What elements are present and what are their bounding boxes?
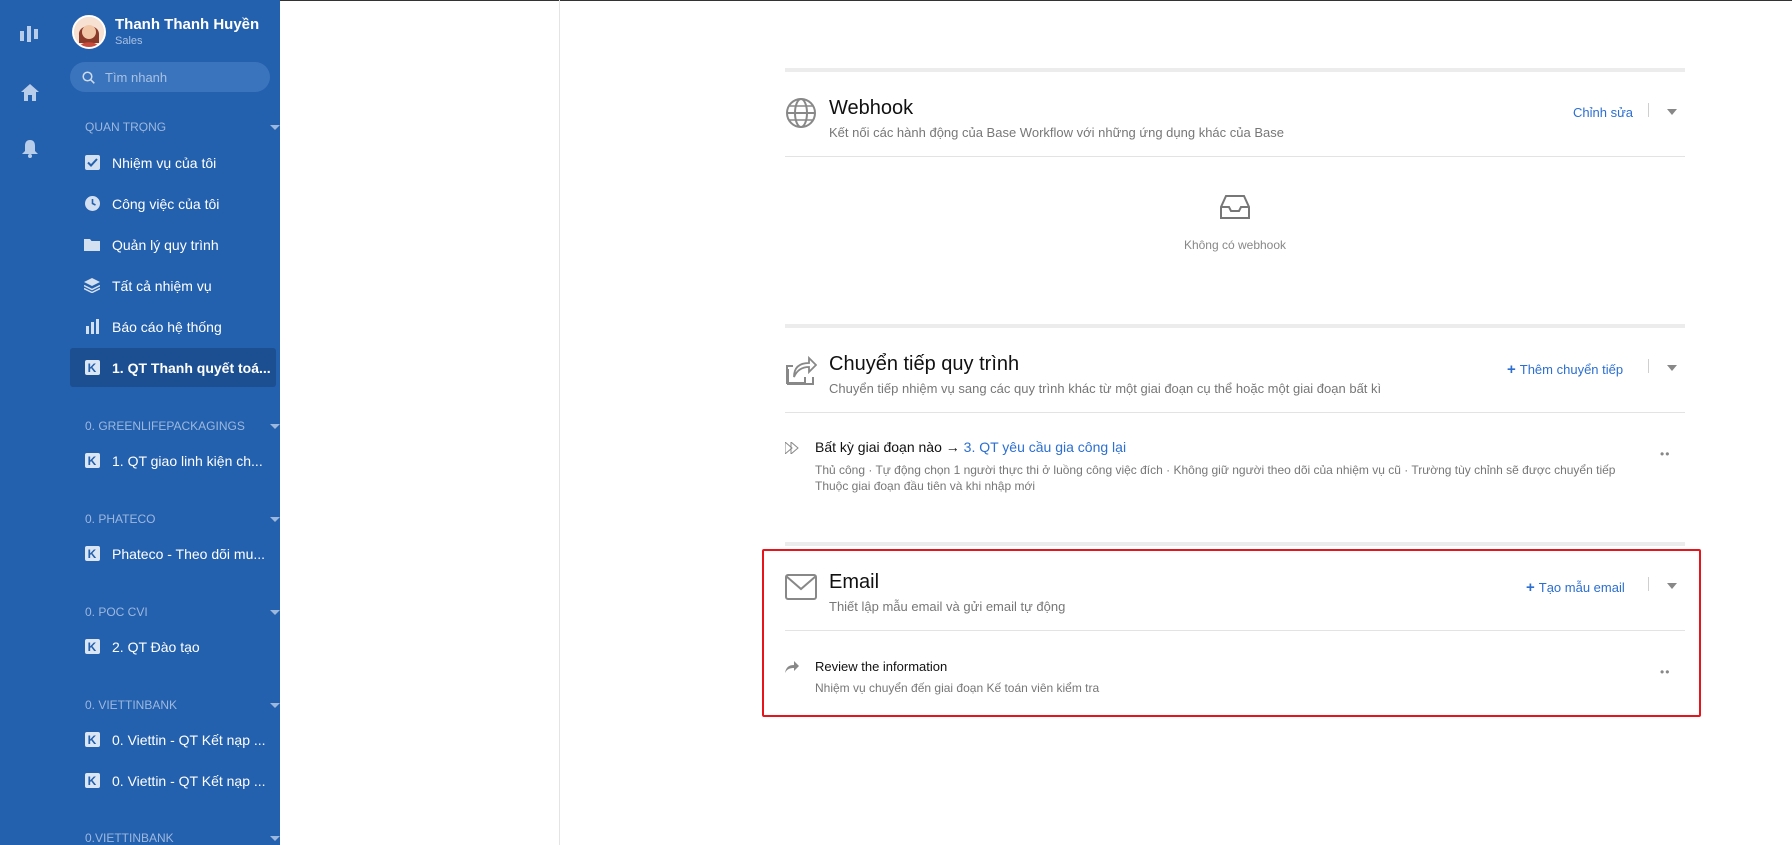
- sidebar-item-system-report[interactable]: Báo cáo hệ thống: [70, 307, 276, 346]
- bar-chart-icon: [84, 319, 100, 335]
- transfer-title: Chuyển tiếp quy trình: [829, 353, 1020, 375]
- home-icon[interactable]: [18, 80, 42, 104]
- chevron-down-icon: [270, 124, 280, 130]
- chevron-down-icon: [270, 609, 280, 615]
- search-input[interactable]: [105, 69, 255, 85]
- clock-icon: [84, 196, 100, 212]
- divider: [785, 156, 1685, 157]
- chevron-down-icon: [270, 516, 280, 522]
- folder-icon: [84, 237, 100, 253]
- section-header-poc-cvi[interactable]: 0. POC CVI: [85, 605, 280, 619]
- sidebar-item-workflow[interactable]: K 0. Viettin - QT Kết nạp ...: [70, 761, 276, 800]
- card-separator: [785, 68, 1685, 72]
- highlight-box: [762, 549, 1701, 717]
- card-separator: [785, 542, 1685, 546]
- card-separator: [785, 324, 1685, 328]
- workflow-icon: K: [84, 773, 100, 789]
- transfer-rule-detail: Thuộc giai đoạn đầu tiên và khi nhập mới: [815, 479, 1036, 493]
- chevron-down-icon[interactable]: [1667, 365, 1677, 371]
- transfer-target-link[interactable]: 3. QT yêu cầu gia công lại: [964, 439, 1126, 455]
- top-border: [280, 0, 1792, 1]
- sidebar-item-active-workflow[interactable]: K 1. QT Thanh quyết toá...: [70, 348, 276, 387]
- workflow-icon: K: [84, 546, 100, 562]
- chevron-down-icon: [270, 835, 280, 841]
- sidebar-item-my-tasks[interactable]: Nhiệm vụ của tôi: [70, 143, 276, 182]
- transfer-rule-detail: Thủ công · Tự động chọn 1 người thực thi…: [815, 463, 1616, 477]
- chevron-down-icon: [270, 702, 280, 708]
- sidebar-item-workflow[interactable]: K 0. Viettin - QT Kết nạp ...: [70, 720, 276, 759]
- empty-webhook-text: Không có webhook: [1183, 238, 1287, 252]
- inbox-icon: [1220, 195, 1250, 219]
- column-divider: [559, 0, 560, 845]
- avatar: [72, 15, 106, 49]
- search-box[interactable]: [70, 62, 270, 92]
- bell-icon[interactable]: [18, 137, 42, 161]
- divider: [1648, 359, 1649, 373]
- globe-icon: [785, 97, 817, 129]
- section-header-greenlife[interactable]: 0. GREENLIFEPACKAGINGS: [85, 419, 280, 433]
- add-transfer-button[interactable]: + Thêm chuyển tiếp: [1507, 361, 1623, 378]
- chevron-down-icon: [270, 423, 280, 429]
- section-header-phateco[interactable]: 0. PHATECO: [85, 512, 280, 526]
- section-header-important[interactable]: QUAN TRỌNG: [85, 120, 280, 134]
- section-header-viettinbank-2[interactable]: 0.VIETTINBANK: [85, 831, 280, 845]
- search-icon: [82, 70, 95, 84]
- app-logo-icon[interactable]: [18, 22, 42, 46]
- share-icon: [785, 353, 818, 385]
- checkbox-icon: [84, 155, 100, 171]
- chevron-down-icon[interactable]: [1667, 109, 1677, 115]
- transfer-rule-title[interactable]: Bất kỳ giai đoạn nào → 3. QT yêu cầu gia…: [815, 439, 1126, 455]
- user-name: Thanh Thanh Huyền: [115, 16, 260, 33]
- section-header-viettinbank[interactable]: 0. VIETTINBANK: [85, 698, 280, 712]
- user-profile[interactable]: Thanh Thanh Huyền Sales: [72, 15, 259, 49]
- sidebar-item-workflow[interactable]: K 2. QT Đào tạo: [70, 627, 276, 666]
- sidebar-item-process-management[interactable]: Quản lý quy trình: [70, 225, 276, 264]
- divider: [1648, 103, 1649, 117]
- workflow-icon: K: [84, 360, 100, 376]
- sidebar-item-my-jobs[interactable]: Công việc của tôi: [70, 184, 276, 223]
- workflow-icon: K: [84, 639, 100, 655]
- workflow-icon: K: [84, 732, 100, 748]
- sidebar: Thanh Thanh Huyền Sales QUAN TRỌNG Nhiệm…: [60, 0, 280, 845]
- webhook-card-header: Webhook Kết nối các hành động của Base W…: [785, 97, 1685, 145]
- sidebar-item-workflow[interactable]: K Phateco - Theo dõi mu...: [70, 534, 276, 573]
- webhook-description: Kết nối các hành động của Base Workflow …: [829, 125, 1284, 140]
- edit-webhook-button[interactable]: Chỉnh sửa: [1573, 105, 1633, 120]
- user-role: Sales: [115, 35, 143, 47]
- icon-rail: [0, 0, 60, 845]
- sidebar-item-all-tasks[interactable]: Tất cả nhiệm vụ: [70, 266, 276, 305]
- webhook-title: Webhook: [829, 97, 914, 119]
- sidebar-item-workflow[interactable]: K 1. QT giao linh kiện ch...: [70, 441, 276, 480]
- transfer-description: Chuyển tiếp nhiệm vụ sang các quy trình …: [829, 381, 1382, 396]
- transfer-card-header: Chuyển tiếp quy trình Chuyển tiếp nhiệm …: [785, 353, 1685, 401]
- double-play-icon: [784, 440, 799, 459]
- layers-icon: [84, 278, 100, 294]
- plus-icon: +: [1507, 361, 1516, 378]
- more-options-icon[interactable]: ••: [1660, 447, 1670, 461]
- workflow-icon: K: [84, 453, 100, 469]
- divider: [785, 412, 1685, 413]
